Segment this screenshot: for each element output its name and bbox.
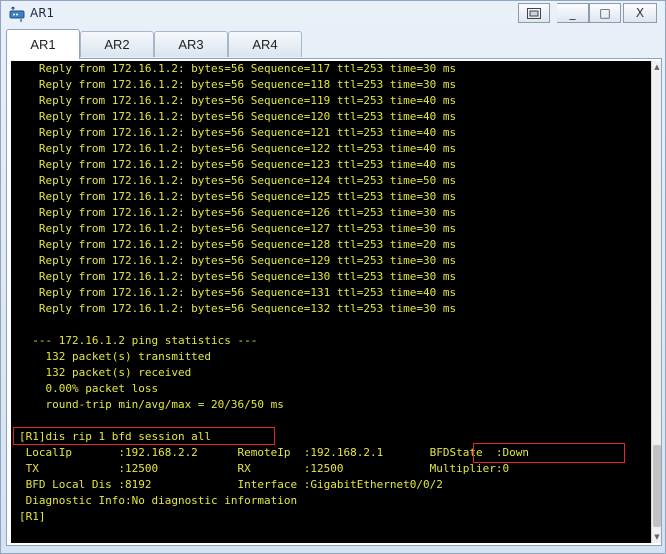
restore-button[interactable] xyxy=(518,3,550,23)
terminal-line: Reply from 172.16.1.2: bytes=56 Sequence… xyxy=(19,222,457,235)
maximize-button[interactable]: □ xyxy=(589,3,621,23)
prompt-line: [R1] xyxy=(19,510,46,523)
tab-ar2[interactable]: AR2 xyxy=(80,31,154,57)
terminal-line: Reply from 172.16.1.2: bytes=56 Sequence… xyxy=(19,110,457,123)
app-window: AR1 _ □ X AR1 AR2 AR3 AR4 Reply from 172… xyxy=(0,0,666,554)
scroll-thumb[interactable] xyxy=(653,445,661,527)
terminal-console[interactable]: Reply from 172.16.1.2: bytes=56 Sequence… xyxy=(11,61,651,543)
diagnostic-info-line: Diagnostic Info:No diagnostic informatio… xyxy=(19,494,298,507)
bfd-session-line: LocalIp :192.168.2.2 RemoteIp :192.168.2… xyxy=(19,446,529,459)
ping-statistics-header: --- 172.16.1.2 ping statistics --- xyxy=(19,334,258,347)
minimize-button[interactable]: _ xyxy=(557,3,589,23)
terminal-line: Reply from 172.16.1.2: bytes=56 Sequence… xyxy=(19,302,457,315)
terminal-line: 132 packet(s) received xyxy=(19,366,192,379)
close-button[interactable]: X xyxy=(623,3,657,23)
terminal-line: Reply from 172.16.1.2: bytes=56 Sequence… xyxy=(19,94,457,107)
scroll-down-arrow-icon[interactable]: ▼ xyxy=(652,531,662,543)
bfd-session-line: TX :12500 RX :12500 Multiplier:0 xyxy=(19,462,510,475)
router-app-icon xyxy=(9,6,25,22)
tab-ar4[interactable]: AR4 xyxy=(228,31,302,57)
window-title: AR1 xyxy=(30,6,55,20)
bfdstate-highlight-box xyxy=(473,443,625,463)
tab-ar3[interactable]: AR3 xyxy=(154,31,228,57)
terminal-line: Reply from 172.16.1.2: bytes=56 Sequence… xyxy=(19,190,457,203)
terminal-line: Reply from 172.16.1.2: bytes=56 Sequence… xyxy=(19,126,457,139)
title-bar[interactable]: AR1 _ □ X xyxy=(1,1,665,27)
terminal-line: Reply from 172.16.1.2: bytes=56 Sequence… xyxy=(19,158,457,171)
terminal-line: 0.00% packet loss xyxy=(19,382,159,395)
vertical-scrollbar[interactable]: ▲ ▼ xyxy=(651,61,661,543)
terminal-line: Reply from 172.16.1.2: bytes=56 Sequence… xyxy=(19,286,457,299)
scroll-up-arrow-icon[interactable]: ▲ xyxy=(652,61,662,73)
terminal-frame: Reply from 172.16.1.2: bytes=56 Sequence… xyxy=(6,58,662,546)
terminal-line: Reply from 172.16.1.2: bytes=56 Sequence… xyxy=(19,174,457,187)
restore-icon xyxy=(527,7,541,19)
terminal-line: Reply from 172.16.1.2: bytes=56 Sequence… xyxy=(19,206,457,219)
command-highlight-box xyxy=(13,427,275,445)
terminal-line: Reply from 172.16.1.2: bytes=56 Sequence… xyxy=(19,62,457,75)
terminal-line: Reply from 172.16.1.2: bytes=56 Sequence… xyxy=(19,78,457,91)
terminal-line: Reply from 172.16.1.2: bytes=56 Sequence… xyxy=(19,254,457,267)
terminal-line: round-trip min/avg/max = 20/36/50 ms xyxy=(19,398,284,411)
bfd-session-line: BFD Local Dis :8192 Interface :GigabitEt… xyxy=(19,478,443,491)
terminal-line: 132 packet(s) transmitted xyxy=(19,350,212,363)
tab-ar1[interactable]: AR1 xyxy=(6,29,80,59)
device-tabs: AR1 AR2 AR3 AR4 xyxy=(6,29,662,59)
terminal-line: Reply from 172.16.1.2: bytes=56 Sequence… xyxy=(19,238,457,251)
terminal-line: Reply from 172.16.1.2: bytes=56 Sequence… xyxy=(19,142,457,155)
terminal-line: Reply from 172.16.1.2: bytes=56 Sequence… xyxy=(19,270,457,283)
